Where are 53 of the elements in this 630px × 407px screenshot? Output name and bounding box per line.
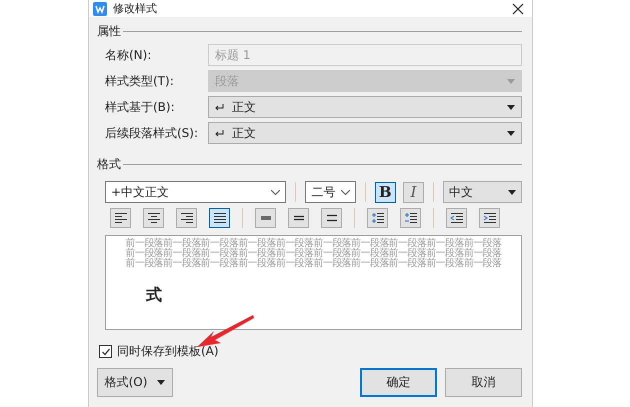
caret-icon	[508, 190, 516, 194]
preview-text: 前一段落前一段落前一段落前一段落前一段落前一段落前一段落前一段落前一段落前一段落	[125, 259, 502, 269]
align-justify-icon	[212, 212, 226, 224]
return-arrow-icon	[215, 130, 224, 136]
para-decrease-icon	[404, 212, 418, 224]
format-menu-button[interactable]: 格式(O)	[97, 368, 173, 397]
indent-decrease-icon	[450, 212, 464, 224]
cancel-button[interactable]: 取消	[445, 368, 522, 397]
align-right-icon	[180, 212, 194, 224]
paragraph-spacing-button[interactable]	[367, 208, 388, 228]
line-spacing-button[interactable]	[321, 208, 342, 228]
window-title: 修改样式	[113, 2, 157, 14]
checkbox-label[interactable]: 同时保存到模板(A)	[117, 343, 219, 360]
caret-icon	[507, 104, 515, 110]
style-dropdown[interactable]: 正文	[208, 96, 522, 118]
italic-button[interactable]: I	[402, 182, 424, 202]
align-button[interactable]	[209, 208, 230, 228]
field-label: 样式类型(T):	[105, 72, 175, 90]
preview-text: 前一段落前一段落前一段落前一段落前一段落前一段落前一段落前一段落前一段落前一段落	[125, 249, 502, 259]
font-size-dropdown[interactable]: 二号	[305, 181, 356, 203]
group-heading: 属性	[97, 23, 121, 40]
indent-button[interactable]	[479, 208, 500, 228]
bold-button[interactable]: B	[374, 182, 396, 202]
spacing-double-icon	[324, 212, 338, 224]
field-label: 样式基于(B):	[105, 98, 176, 116]
checkbox[interactable]	[99, 345, 112, 358]
line-spacing-button[interactable]	[255, 208, 276, 228]
align-button[interactable]	[176, 208, 197, 228]
ok-button[interactable]: 确定	[360, 368, 437, 397]
caret-icon	[157, 380, 166, 385]
style-dropdown[interactable]: 正文	[208, 122, 522, 144]
align-button[interactable]	[143, 208, 164, 228]
align-button[interactable]	[110, 208, 131, 228]
font-dropdown[interactable]: +中文正文	[105, 181, 286, 203]
line-spacing-button[interactable]	[288, 208, 309, 228]
close-icon[interactable]	[512, 2, 524, 14]
align-left-icon	[114, 212, 128, 224]
paragraph-spacing-button[interactable]	[400, 208, 421, 228]
return-arrow-icon	[215, 104, 224, 110]
caret-icon	[507, 78, 515, 84]
align-center-icon	[146, 212, 160, 224]
script-dropdown[interactable]: 中文	[442, 181, 522, 203]
chevron-icon	[271, 190, 280, 194]
chevron-icon	[340, 190, 350, 194]
field-label: 名称(N):	[105, 46, 152, 64]
indent-button[interactable]	[446, 208, 467, 228]
sample-text: 式	[146, 285, 162, 306]
field-label: 后续段落样式(S):	[105, 124, 200, 142]
para-increase-icon	[370, 212, 384, 224]
preview-text: 前一段落前一段落前一段落前一段落前一段落前一段落前一段落前一段落前一段落前一段落	[125, 239, 502, 249]
group-heading: 格式	[97, 156, 121, 173]
indent-increase-icon	[482, 212, 496, 224]
caret-icon	[507, 130, 515, 136]
